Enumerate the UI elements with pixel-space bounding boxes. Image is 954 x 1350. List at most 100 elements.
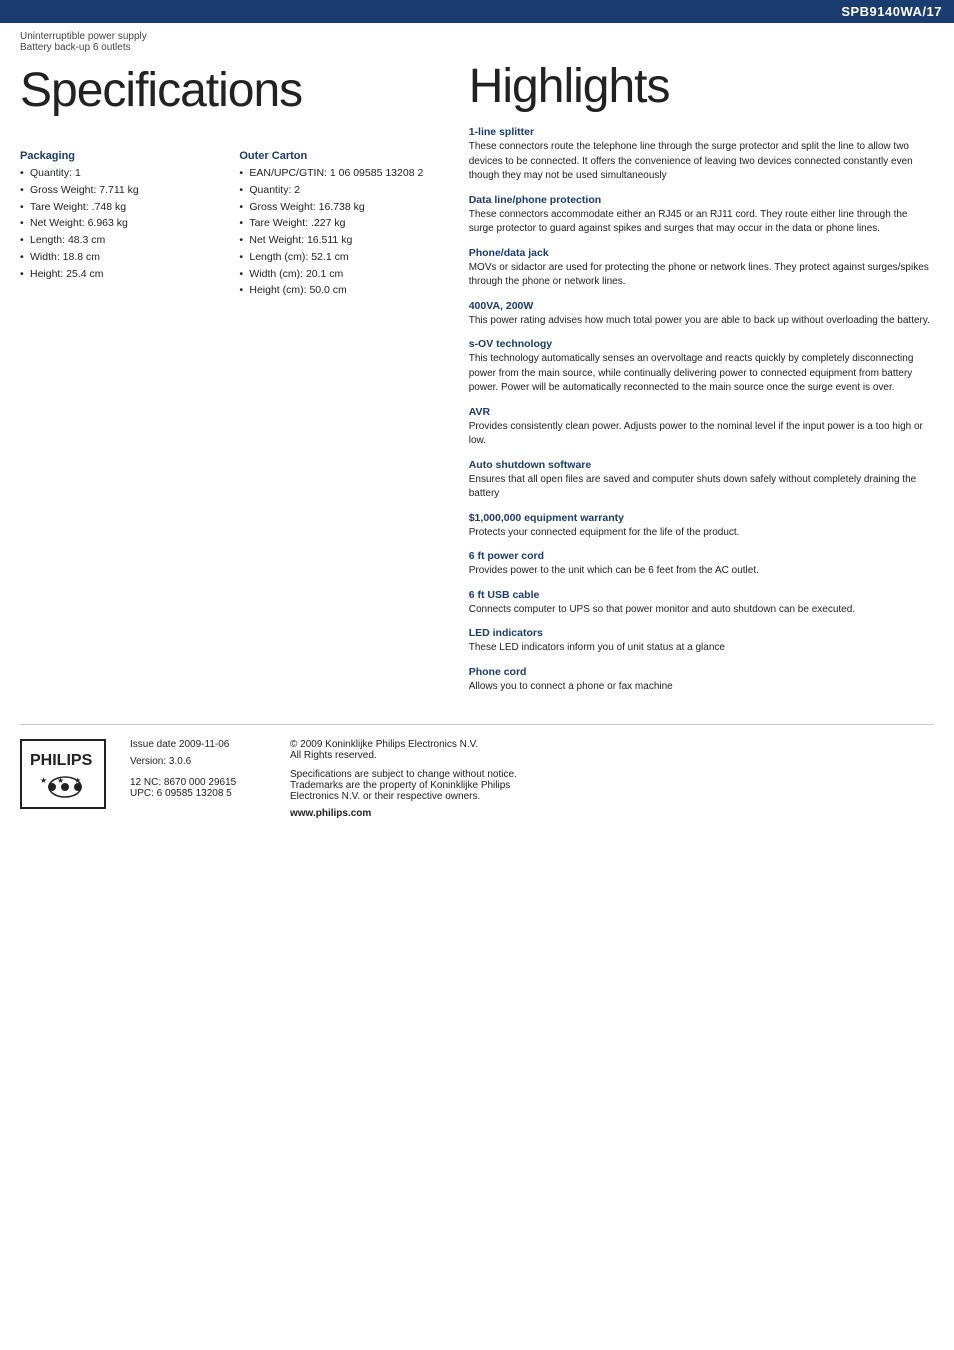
subtitle-line1: Uninterruptible power supply	[20, 31, 934, 42]
highlight-item: 6 ft power cord Provides power to the uni…	[469, 550, 934, 579]
highlight-item: Phone cord Allows you to connect a phone …	[469, 666, 934, 695]
highlight-title: s-OV technology	[469, 338, 934, 350]
list-item: Tare Weight: .227 kg	[239, 216, 438, 232]
packaging-col: Packaging Quantity: 1Gross Weight: 7.711…	[20, 136, 219, 300]
highlight-title: LED indicators	[469, 627, 934, 639]
disclaimer-line2: Trademarks are the property of Koninklij…	[290, 780, 934, 791]
issue-date-value: 2009-11-06	[179, 739, 229, 750]
highlight-desc: Provides consistently clean power. Adjus…	[469, 420, 934, 449]
upc-value: 6 09585 13208 5	[157, 788, 232, 799]
issue-date-label: Issue date	[130, 739, 179, 750]
nc-row: 12 NC: 8670 000 29615	[130, 777, 260, 788]
highlight-item: AVR Provides consistently clean power. Ad…	[469, 406, 934, 449]
footer: PHILIPS ★ ★ ★ Issue date 2009-11-06 Vers…	[20, 724, 934, 844]
copyright-line1: © 2009 Koninklijke Philips Electronics N…	[290, 739, 934, 750]
list-item: Quantity: 2	[239, 183, 438, 199]
upc-label: UPC:	[130, 788, 157, 799]
specs-title: Specifications	[20, 63, 439, 118]
disclaimer-line1: Specifications are subject to change wit…	[290, 769, 934, 780]
outer-carton-col: Outer Carton EAN/UPC/GTIN: 1 06 09585 13…	[239, 136, 438, 300]
highlight-title: 6 ft power cord	[469, 550, 934, 562]
list-item: Length (cm): 52.1 cm	[239, 250, 438, 266]
highlight-item: LED indicators These LED indicators infor…	[469, 627, 934, 656]
highlight-item: s-OV technology This technology automatic…	[469, 338, 934, 396]
list-item: Height: 25.4 cm	[20, 267, 219, 283]
highlight-desc: This technology automatically senses an …	[469, 352, 934, 396]
nc-label: 12 NC:	[130, 777, 164, 788]
highlight-desc: Connects computer to UPS so that power m…	[469, 603, 934, 618]
svg-text:PHILIPS: PHILIPS	[30, 752, 93, 769]
subtitle-line2: Battery back-up 6 outlets	[20, 42, 934, 53]
philips-logo-svg: PHILIPS ★ ★ ★	[26, 745, 104, 800]
list-item: Tare Weight: .748 kg	[20, 200, 219, 216]
highlight-desc: This power rating advises how much total…	[469, 314, 934, 329]
svg-text:★: ★	[57, 776, 64, 785]
upc-row: UPC: 6 09585 13208 5	[130, 788, 260, 799]
footer-logo-area: PHILIPS ★ ★ ★	[20, 739, 110, 809]
highlight-title: Phone cord	[469, 666, 934, 678]
outer-carton-list: EAN/UPC/GTIN: 1 06 09585 13208 2Quantity…	[239, 166, 438, 299]
highlight-title: 6 ft USB cable	[469, 589, 934, 601]
highlight-item: Auto shutdown software Ensures that all o…	[469, 459, 934, 502]
highlight-desc: These connectors route the telephone lin…	[469, 140, 934, 184]
disclaimer-line3: Electronics N.V. or their respective own…	[290, 791, 934, 802]
list-item: Net Weight: 6.963 kg	[20, 216, 219, 232]
highlight-desc: Protects your connected equipment for th…	[469, 526, 934, 541]
highlight-item: Phone/data jack MOVs or sidactor are used…	[469, 247, 934, 290]
disclaimer-text: Specifications are subject to change wit…	[290, 769, 934, 802]
list-item: Width (cm): 20.1 cm	[239, 267, 438, 283]
version-row: Version: 3.0.6	[130, 756, 260, 767]
highlights-title: Highlights	[469, 59, 934, 114]
version-value: 3.0.6	[169, 756, 191, 767]
list-item: Gross Weight: 7.711 kg	[20, 183, 219, 199]
highlight-title: Auto shutdown software	[469, 459, 934, 471]
packaging-heading: Packaging	[20, 150, 219, 162]
footer-meta-left: Issue date 2009-11-06 Version: 3.0.6 12 …	[130, 739, 260, 819]
highlight-title: Phone/data jack	[469, 247, 934, 259]
svg-text:★: ★	[40, 776, 47, 785]
highlight-title: $1,000,000 equipment warranty	[469, 512, 934, 524]
nc-value: 8670 000 29615	[164, 777, 236, 788]
footer-meta: Issue date 2009-11-06 Version: 3.0.6 12 …	[130, 739, 934, 819]
copyright-line2: All Rights reserved.	[290, 750, 934, 761]
highlight-item: Data line/phone protection These connecto…	[469, 194, 934, 237]
highlight-title: 400VA, 200W	[469, 300, 934, 312]
highlight-item: 1-line splitter These connectors route th…	[469, 126, 934, 184]
list-item: Length: 48.3 cm	[20, 233, 219, 249]
specs-columns: Packaging Quantity: 1Gross Weight: 7.711…	[20, 136, 439, 300]
highlight-item: 6 ft USB cable Connects computer to UPS s…	[469, 589, 934, 618]
highlight-title: Data line/phone protection	[469, 194, 934, 206]
main-content: Specifications Packaging Quantity: 1Gros…	[0, 53, 954, 704]
website-link: www.philips.com	[290, 808, 934, 819]
left-column: Specifications Packaging Quantity: 1Gros…	[20, 53, 459, 704]
list-item: Height (cm): 50.0 cm	[239, 283, 438, 299]
highlight-title: AVR	[469, 406, 934, 418]
highlight-desc: Allows you to connect a phone or fax mac…	[469, 680, 934, 695]
right-column: Highlights 1-line splitter These connecto…	[459, 53, 934, 704]
subtitle-area: Uninterruptible power supply Battery bac…	[0, 23, 954, 53]
list-item: Quantity: 1	[20, 166, 219, 182]
highlight-desc: MOVs or sidactor are used for protecting…	[469, 261, 934, 290]
outer-carton-heading: Outer Carton	[239, 150, 438, 162]
version-label: Version:	[130, 756, 169, 767]
list-item: Width: 18.8 cm	[20, 250, 219, 266]
highlight-desc: These LED indicators inform you of unit …	[469, 641, 934, 656]
highlight-desc: These connectors accommodate either an R…	[469, 208, 934, 237]
product-code-bar: SPB9140WA/17	[0, 0, 954, 23]
list-item: EAN/UPC/GTIN: 1 06 09585 13208 2	[239, 166, 438, 182]
list-item: Net Weight: 16.511 kg	[239, 233, 438, 249]
philips-logo: PHILIPS ★ ★ ★	[20, 739, 106, 809]
copyright-text: © 2009 Koninklijke Philips Electronics N…	[290, 739, 934, 761]
issue-date-row: Issue date 2009-11-06	[130, 739, 260, 750]
highlight-item: $1,000,000 equipment warranty Protects yo…	[469, 512, 934, 541]
highlight-desc: Provides power to the unit which can be …	[469, 564, 934, 579]
highlight-desc: Ensures that all open files are saved an…	[469, 473, 934, 502]
highlights-list: 1-line splitter These connectors route th…	[469, 126, 934, 694]
product-code: SPB9140WA/17	[841, 4, 942, 19]
highlight-item: 400VA, 200W This power rating advises how…	[469, 300, 934, 329]
list-item: Gross Weight: 16.738 kg	[239, 200, 438, 216]
packaging-list: Quantity: 1Gross Weight: 7.711 kgTare We…	[20, 166, 219, 282]
footer-meta-right: © 2009 Koninklijke Philips Electronics N…	[290, 739, 934, 819]
svg-text:★: ★	[74, 776, 81, 785]
highlight-title: 1-line splitter	[469, 126, 934, 138]
